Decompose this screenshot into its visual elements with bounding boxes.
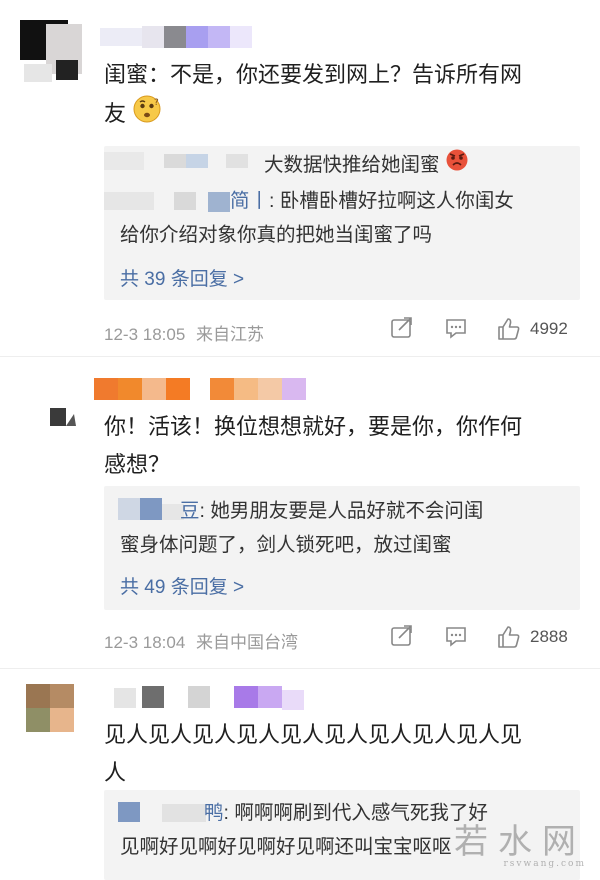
repost-icon[interactable] xyxy=(390,316,414,340)
reply-top-text: 大数据快推给她闺蜜 xyxy=(264,154,440,176)
thumb-up-icon xyxy=(496,624,522,650)
more-replies-link[interactable]: 共 39 条回复 > xyxy=(120,264,244,291)
divider xyxy=(0,668,600,669)
comment-location: 来自中国台湾 xyxy=(196,633,299,652)
comment-text-line: 你！活该！换位想想就好，要是你，你作何 xyxy=(104,414,523,439)
thinking-emoji-icon: ? xyxy=(132,94,162,136)
comment-text-line-2: 友 ? xyxy=(104,94,582,136)
comment-text-line: 见人见人见人见人见人见人见人见人见人见 xyxy=(104,722,523,747)
username-mosaic[interactable] xyxy=(100,24,270,53)
reply-preview[interactable]: 豆: 她男朋友要是人品好就不会问闺 蜜身体问题了，剑人锁死吧，放过闺蜜 共 49… xyxy=(104,486,580,610)
comment-meta: 12-3 18:05 来自江苏 4992 xyxy=(104,316,582,346)
watermark: 若水网 rsvwang.com xyxy=(454,814,586,869)
like-count: 4992 xyxy=(530,319,568,338)
comment-text-tail: 友 xyxy=(104,100,127,126)
username-mosaic[interactable] xyxy=(94,684,314,715)
comment-text-line: 感想？ xyxy=(104,452,171,477)
reply-line-2: 蜜身体问题了，剑人锁死吧，放过闺蜜 xyxy=(120,534,452,556)
reply-text: : 卧槽卧槽好拉啊这人你闺女 xyxy=(269,190,514,212)
reply-preview[interactable]: 大数据快推给她闺蜜 简丨: 卧槽卧槽好拉啊这人你闺女 给你介绍对象你真的把她当闺… xyxy=(104,146,580,300)
comment-text-line: 人 xyxy=(104,760,127,785)
reply-line-1: 豆: 她男朋友要是人品好就不会问闺 xyxy=(180,494,566,528)
divider xyxy=(0,356,600,357)
comment-icon[interactable] xyxy=(444,316,468,340)
avatar[interactable] xyxy=(26,684,90,748)
comment-time: 12-3 18:05 xyxy=(104,325,186,344)
comment-icon[interactable] xyxy=(444,624,468,648)
reply-text: : 她男朋友要是人品好就不会问闺 xyxy=(199,500,484,522)
avatar[interactable] xyxy=(20,20,84,84)
like-button[interactable]: 4992 xyxy=(496,316,568,342)
comment-time-location: 12-3 18:05 来自江苏 xyxy=(104,320,264,345)
avatar[interactable] xyxy=(30,378,94,442)
watermark-main: 若水网 xyxy=(454,822,586,862)
reply-username-mosaic xyxy=(104,150,274,177)
reply-author-mosaic xyxy=(118,800,218,829)
reply-author-name[interactable]: 豆 xyxy=(180,500,200,522)
comment-text: 闺蜜：不是，你还要发到网上？告诉所有网 友 ? xyxy=(104,56,582,136)
comment-meta: 12-3 18:04 来自中国台湾 2888 xyxy=(104,624,582,654)
like-button[interactable]: 2888 xyxy=(496,624,568,650)
like-count: 2888 xyxy=(530,627,568,646)
repost-icon[interactable] xyxy=(390,624,414,648)
comment-time: 12-3 18:04 xyxy=(104,633,186,652)
reply-line-1: 简丨: 卧槽卧槽好拉啊这人你闺女 xyxy=(230,184,566,218)
comment-text: 你！活该！换位想想就好，要是你，你作何 感想？ xyxy=(104,408,582,484)
reply-author-name[interactable]: 简丨 xyxy=(230,190,269,212)
reply-author-name[interactable]: 鸭 xyxy=(204,802,224,824)
angry-emoji-icon xyxy=(445,148,469,183)
reply-author-mosaic xyxy=(104,188,230,219)
reply-text: : 啊啊啊刷到代入感气死我了好 xyxy=(223,802,488,824)
svg-text:?: ? xyxy=(154,98,159,108)
reply-top-line: 大数据快推给她闺蜜 xyxy=(264,148,566,183)
comment-location: 来自江苏 xyxy=(196,325,265,344)
reply-line-2: 给你介绍对象你真的把她当闺蜜了吗 xyxy=(120,224,433,246)
comment-text-line: 闺蜜：不是，你还要发到网上？告诉所有网 xyxy=(104,62,523,87)
more-replies-link[interactable]: 共 49 条回复 > xyxy=(120,572,244,599)
thumb-up-icon xyxy=(496,316,522,342)
username-mosaic[interactable] xyxy=(94,376,314,407)
comment-text: 见人见人见人见人见人见人见人见人见人见 人 xyxy=(104,716,582,792)
comment-time-location: 12-3 18:04 来自中国台湾 xyxy=(104,628,298,653)
